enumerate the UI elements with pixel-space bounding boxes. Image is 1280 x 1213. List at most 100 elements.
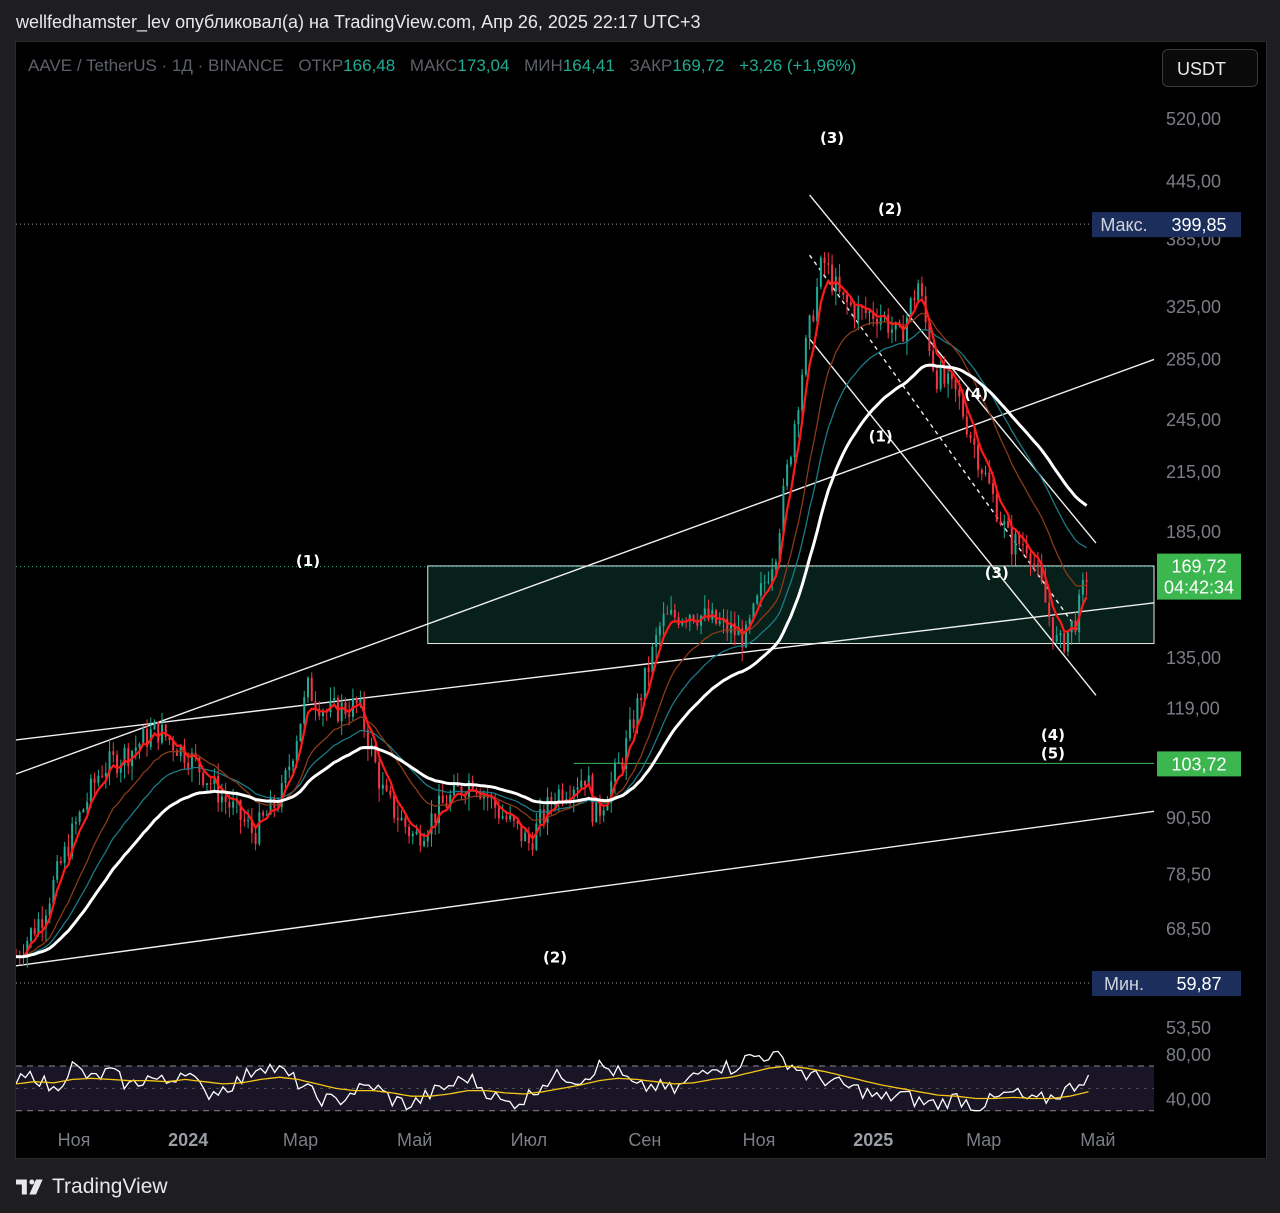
candle-body — [1066, 632, 1069, 652]
candle-body — [932, 351, 935, 371]
y-tick-label: 53,50 — [1166, 1018, 1211, 1038]
brand-name: TradingView — [52, 1175, 168, 1198]
candle-body — [875, 319, 878, 325]
candle-body — [157, 721, 160, 743]
x-tick-label: Май — [397, 1130, 432, 1150]
candle-body — [501, 816, 504, 819]
open-value: 166,48 — [343, 56, 396, 75]
candle-body — [1055, 635, 1058, 642]
candle-body — [793, 424, 796, 458]
candle-body — [292, 760, 295, 767]
candle-body — [389, 790, 392, 796]
candle-body — [288, 766, 291, 771]
candle-body — [258, 812, 261, 844]
candle-body — [1003, 521, 1006, 525]
candle-body — [228, 801, 231, 808]
candle-body — [1085, 580, 1088, 582]
candle-body — [651, 646, 654, 673]
y-tick-label: 185,00 — [1166, 522, 1221, 542]
symbol-name: AAVE / TetherUS · 1Д · BINANCE — [28, 56, 284, 75]
candle-body — [254, 833, 257, 844]
candle-body — [112, 751, 115, 755]
candle-body — [947, 373, 950, 384]
x-tick-label: Мар — [283, 1130, 318, 1150]
candle-body — [920, 283, 923, 296]
candle-body — [1010, 527, 1013, 555]
candle-body — [134, 747, 137, 752]
candle-body — [846, 295, 849, 303]
candle-body — [868, 311, 871, 314]
y-tick-label: 520,00 — [1166, 109, 1221, 129]
candle-body — [232, 801, 235, 808]
tradingview-brand[interactable]: TradingView — [16, 1175, 168, 1199]
candle-body — [247, 820, 250, 822]
candle-body — [666, 613, 669, 615]
candle-body — [400, 817, 403, 821]
support-badge-value: 103,72 — [1171, 754, 1226, 774]
open-label: ОТКР — [298, 56, 344, 75]
wave-label: (1) — [869, 428, 893, 446]
candle-body — [774, 561, 777, 570]
candle-body — [988, 472, 991, 484]
candle-body — [662, 613, 665, 627]
candle-body — [303, 697, 306, 724]
candle-body — [831, 264, 834, 292]
candle-body — [205, 783, 208, 785]
candle-body — [535, 823, 538, 850]
candle-body — [1044, 580, 1047, 603]
candle-body — [655, 635, 658, 647]
publish-header: wellfedhamster_lev опубликовал(а) на Tra… — [16, 12, 701, 32]
candle-body — [789, 457, 792, 465]
y-tick-label: 78,50 — [1166, 865, 1211, 885]
chart-frame[interactable]: 520,00 445,00 385,00 325,00 285,00 245,00 215,… — [15, 41, 1267, 1159]
candle-body — [718, 621, 721, 624]
x-tick-label: Ноя — [743, 1130, 776, 1150]
candle-body — [812, 315, 815, 322]
candle-body — [628, 719, 631, 739]
price-chart[interactable]: 520,00445,00385,00325,00285,00245,00215,… — [16, 42, 1266, 1158]
candle-body — [262, 812, 265, 816]
x-tick-label: 2025 — [853, 1130, 893, 1150]
candle-body — [797, 410, 800, 425]
candle-body — [913, 298, 916, 301]
candle-body — [415, 831, 418, 834]
candle-body — [857, 306, 860, 320]
candle-body — [509, 815, 512, 820]
candle-body — [890, 329, 893, 333]
candle-body — [849, 302, 852, 306]
candle-body — [441, 795, 444, 804]
candle-body — [355, 698, 358, 704]
candle-body — [999, 521, 1002, 525]
y-tick-label: 90,50 — [1166, 808, 1211, 828]
candle-body — [29, 928, 32, 942]
y-tick-label: 68,50 — [1166, 919, 1211, 939]
candle-body — [82, 809, 85, 813]
currency-button[interactable]: USDT — [1162, 49, 1258, 87]
candle-body — [1059, 633, 1062, 636]
candle-body — [531, 843, 534, 850]
candle-body — [1033, 563, 1036, 565]
countdown-value: 04:42:34 — [1164, 578, 1234, 598]
candle-body — [917, 283, 920, 301]
y-tick-label: 245,00 — [1166, 410, 1221, 430]
candle-body — [393, 795, 396, 819]
candle-body — [310, 677, 313, 702]
candle-body — [935, 370, 938, 390]
low-badge-label: Мин. — [1104, 974, 1144, 994]
candle-body — [187, 762, 190, 769]
candle-body — [670, 609, 673, 615]
candle-body — [89, 778, 92, 803]
candle-body — [411, 833, 414, 837]
candle-body — [67, 846, 70, 857]
x-tick-label: Май — [1080, 1130, 1115, 1150]
close-value: 169,72 — [672, 56, 725, 75]
candle-body — [819, 257, 822, 287]
candle-body — [423, 841, 426, 846]
candle-body — [314, 701, 317, 709]
candle-body — [992, 483, 995, 494]
high-label: МАКС — [409, 56, 458, 75]
candle-body — [1081, 580, 1084, 595]
x-tick-label: Ноя — [58, 1130, 91, 1150]
y-tick-label: 119,00 — [1166, 698, 1220, 718]
candle-body — [78, 812, 81, 823]
